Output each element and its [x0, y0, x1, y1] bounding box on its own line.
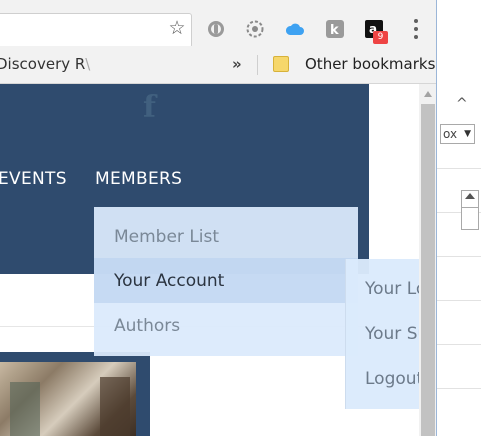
- divider: [437, 256, 481, 257]
- side-panel-select[interactable]: ox ▼: [440, 124, 475, 144]
- bookmark-star-icon[interactable]: ☆: [168, 19, 186, 38]
- submenu-item-logout[interactable]: Logout: [365, 369, 419, 389]
- svg-text:k: k: [330, 23, 339, 38]
- extension-badge: 9: [373, 31, 388, 44]
- divider: [437, 344, 481, 345]
- divider: [437, 300, 481, 301]
- extension-gear-icon[interactable]: [246, 20, 264, 38]
- scroll-up-arrow-icon[interactable]: [424, 91, 432, 97]
- folder-icon[interactable]: [273, 56, 289, 72]
- account-submenu: Your Lo Your Su Logout: [345, 259, 419, 409]
- facebook-icon[interactable]: f: [143, 92, 161, 124]
- scrollbar-thumb[interactable]: [421, 104, 435, 436]
- card-photo[interactable]: [0, 362, 136, 436]
- cloud-icon[interactable]: [286, 20, 304, 38]
- bookmarks-separator: [257, 55, 258, 75]
- extension-k-icon[interactable]: k: [326, 20, 344, 38]
- browser-menu-icon[interactable]: [409, 18, 423, 40]
- nav-events[interactable]: EVENTS: [0, 169, 67, 189]
- bookmark-item[interactable]: Discovery R\: [0, 55, 90, 73]
- submenu-item-your-login[interactable]: Your Lo: [365, 279, 419, 299]
- nav-members[interactable]: MEMBERS: [95, 169, 182, 189]
- extension-circle-icon[interactable]: [207, 20, 225, 38]
- divider: [437, 388, 481, 389]
- submenu-item-your-subscription[interactable]: Your Su: [365, 324, 419, 344]
- menu-item-authors[interactable]: Authors: [114, 316, 180, 336]
- chevron-up-icon[interactable]: ^: [456, 96, 468, 112]
- menu-item-your-account[interactable]: Your Account: [114, 271, 224, 291]
- address-bar[interactable]: [0, 13, 192, 48]
- amazon-extension-icon[interactable]: a 9: [365, 20, 388, 44]
- side-panel-spinner[interactable]: [461, 190, 479, 230]
- menu-item-member-list[interactable]: Member List: [114, 227, 219, 247]
- side-panel-select-value: ox: [443, 127, 458, 141]
- bookmarks-overflow-chevron[interactable]: »: [232, 55, 242, 73]
- divider: [437, 168, 481, 169]
- dropdown-arrow-icon: ▼: [464, 129, 471, 139]
- other-bookmarks[interactable]: Other bookmarks: [305, 55, 435, 73]
